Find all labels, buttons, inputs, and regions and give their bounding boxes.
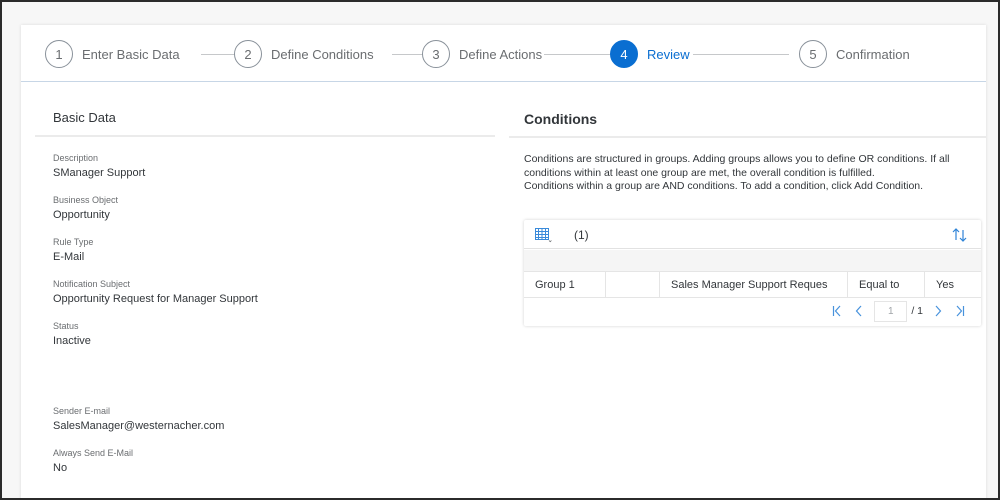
field-always-send-email: Always Send E-Mail No xyxy=(53,447,133,476)
last-page-icon[interactable] xyxy=(949,301,971,321)
description-line: Conditions are structured in groups. Add… xyxy=(524,153,950,165)
sort-icon[interactable] xyxy=(951,226,969,244)
next-page-icon[interactable] xyxy=(927,301,949,321)
step-number: 2 xyxy=(234,40,262,68)
step-number: 3 xyxy=(422,40,450,68)
table-row[interactable]: Group 1 Sales Manager Support Reques Equ… xyxy=(524,272,981,298)
section-divider xyxy=(509,136,986,138)
wizard-progress-bar: 1 Enter Basic Data 2 Define Conditions 3… xyxy=(21,25,986,82)
table-settings-icon[interactable] xyxy=(534,227,552,243)
wizard-step-enter-basic-data[interactable]: 1 Enter Basic Data xyxy=(45,40,180,68)
step-label: Define Conditions xyxy=(271,46,374,62)
step-label: Review xyxy=(647,46,690,62)
field-label: Status xyxy=(53,321,79,331)
field-label: Business Object xyxy=(53,195,119,205)
page-number-input[interactable] xyxy=(874,300,908,322)
field-business-object: Business Object Opportunity xyxy=(53,194,118,223)
field-label: Always Send E-Mail xyxy=(53,448,134,458)
page-total: / 1 xyxy=(911,305,923,317)
cell-blank xyxy=(606,272,660,298)
cell-group: Group 1 xyxy=(524,272,606,298)
field-description: Description SManager Support xyxy=(53,152,145,181)
field-label: Notification Subject xyxy=(53,279,131,289)
field-value: Opportunity xyxy=(53,209,110,221)
rule-wizard-card: 1 Enter Basic Data 2 Define Conditions 3… xyxy=(21,25,986,498)
step-number: 4 xyxy=(610,40,638,68)
pagination: / 1 xyxy=(826,299,971,323)
field-value: Opportunity Request for Manager Support xyxy=(53,293,258,305)
description-line: conditions within at least one group are… xyxy=(524,166,875,179)
field-sender-email: Sender E-mail SalesManager@westernacher.… xyxy=(53,405,224,434)
section-divider xyxy=(35,135,495,137)
cell-operator: Equal to xyxy=(848,272,925,298)
step-connector xyxy=(544,54,612,55)
field-label: Rule Type xyxy=(53,237,94,247)
wizard-step-define-conditions[interactable]: 2 Define Conditions xyxy=(234,40,374,68)
conditions-description: Conditions are structured in groups. Add… xyxy=(524,153,979,194)
conditions-title: Conditions xyxy=(524,111,598,127)
field-label: Description xyxy=(53,153,99,163)
step-label: Enter Basic Data xyxy=(82,46,180,62)
field-label: Sender E-mail xyxy=(53,406,111,416)
row-count: (1) xyxy=(574,228,589,242)
field-value: Inactive xyxy=(53,335,91,347)
description-line: Conditions within a group are AND condit… xyxy=(524,180,924,192)
field-value: No xyxy=(53,462,68,474)
field-value: E-Mail xyxy=(53,251,85,263)
step-connector xyxy=(693,54,789,55)
cell-value: Yes xyxy=(936,279,954,291)
field-value: SManager Support xyxy=(53,167,146,179)
field-rule-type: Rule Type E-Mail xyxy=(53,236,93,265)
step-number: 5 xyxy=(799,40,827,68)
conditions-table: (1) Group 1 Sales Manager Support Reques… xyxy=(524,220,981,326)
field-notification-subject: Notification Subject Opportunity Request… xyxy=(53,278,258,307)
field-value: SalesManager@westernacher.com xyxy=(53,420,225,432)
step-label: Define Actions xyxy=(459,46,543,62)
wizard-step-confirmation[interactable]: 5 Confirmation xyxy=(799,40,910,68)
wizard-step-define-actions[interactable]: 3 Define Actions xyxy=(422,40,542,68)
cell-attribute: Sales Manager Support Reques xyxy=(660,272,848,298)
step-number: 1 xyxy=(45,40,73,68)
wizard-step-review[interactable]: 4 Review xyxy=(610,40,690,68)
step-label: Confirmation xyxy=(836,46,910,62)
table-toolbar: (1) xyxy=(524,220,981,249)
basic-data-title: Basic Data xyxy=(53,110,116,125)
previous-page-icon[interactable] xyxy=(848,301,870,321)
screen-frame: 1 Enter Basic Data 2 Define Conditions 3… xyxy=(2,2,998,498)
field-status: Status Inactive xyxy=(53,320,91,349)
first-page-icon[interactable] xyxy=(826,301,848,321)
table-header xyxy=(524,250,981,272)
